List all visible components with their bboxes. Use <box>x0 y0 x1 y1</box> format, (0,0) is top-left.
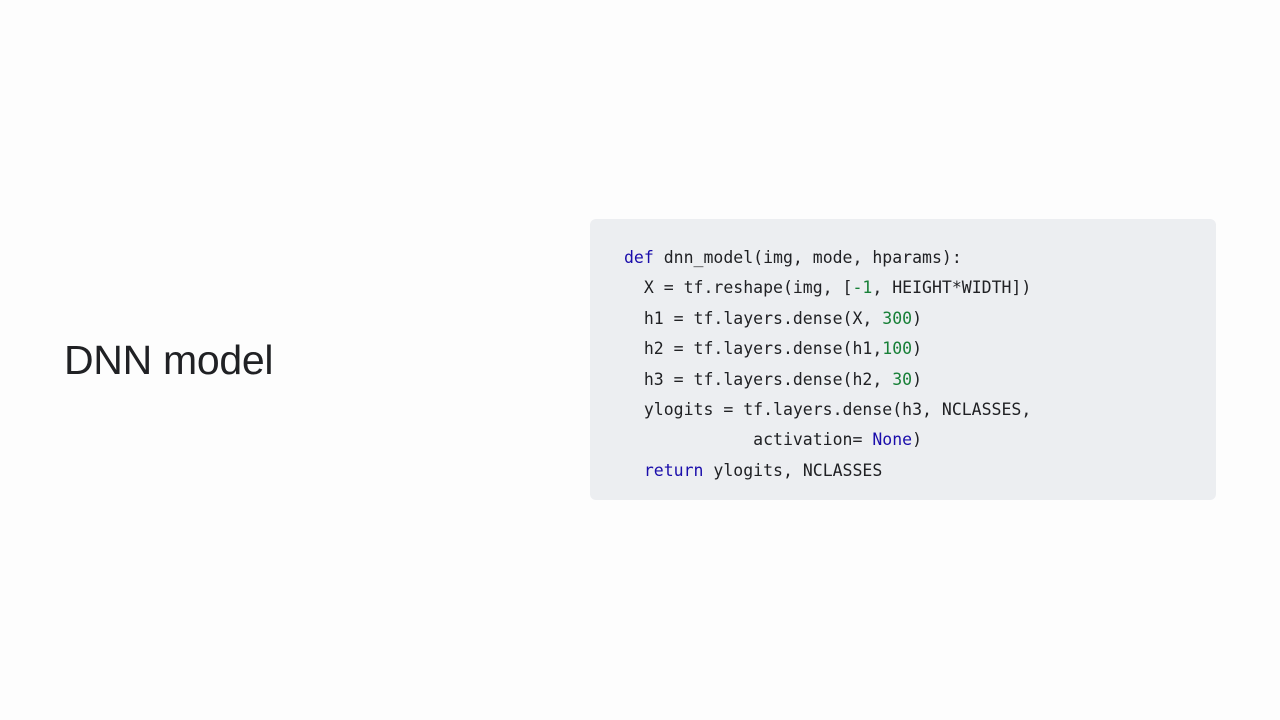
code-line: h3 = tf.layers.dense(h2, 30) <box>624 365 1216 395</box>
code-keyword: return <box>643 460 704 480</box>
code-block: def dnn_model(img, mode, hparams): X = t… <box>590 219 1216 500</box>
code-line: activation= None) <box>624 425 1216 455</box>
code-text: ) <box>912 430 923 450</box>
code-line: ylogits = tf.layers.dense(h3, NCLASSES, <box>624 395 1216 425</box>
code-text: ylogits = tf.layers.dense(h3, NCLASSES, <box>624 399 1032 419</box>
code-number: 100 <box>882 339 913 359</box>
code-number: 30 <box>892 369 913 389</box>
code-text: ) <box>912 339 923 359</box>
code-text: X = tf.reshape(img, [ <box>624 278 853 298</box>
code-text: ) <box>912 369 923 389</box>
code-line: def dnn_model(img, mode, hparams): <box>624 243 1216 273</box>
code-line: X = tf.reshape(img, [-1, HEIGHT*WIDTH]) <box>624 273 1216 303</box>
code-text: ) <box>912 308 923 328</box>
slide-title: DNN model <box>64 337 274 383</box>
code-text: h2 = tf.layers.dense(h1, <box>624 339 883 359</box>
code-keyword: None <box>872 430 913 450</box>
code-line: return ylogits, NCLASSES <box>624 456 1216 486</box>
code-line: h2 = tf.layers.dense(h1,100) <box>624 334 1216 364</box>
code-text: h1 = tf.layers.dense(X, <box>624 308 883 328</box>
code-number: -1 <box>852 278 873 298</box>
code-number: 300 <box>882 308 913 328</box>
code-line: h1 = tf.layers.dense(X, 300) <box>624 304 1216 334</box>
code-text: activation= <box>624 430 873 450</box>
slide: DNN model def dnn_model(img, mode, hpara… <box>0 0 1280 720</box>
code-keyword: def <box>624 248 654 267</box>
code-text: h3 = tf.layers.dense(h2, <box>624 369 893 389</box>
code-text: ylogits, NCLASSES <box>703 460 883 480</box>
code-text: dnn_model(img, mode, hparams): <box>653 248 962 267</box>
code-text: , HEIGHT*WIDTH]) <box>872 278 1032 298</box>
